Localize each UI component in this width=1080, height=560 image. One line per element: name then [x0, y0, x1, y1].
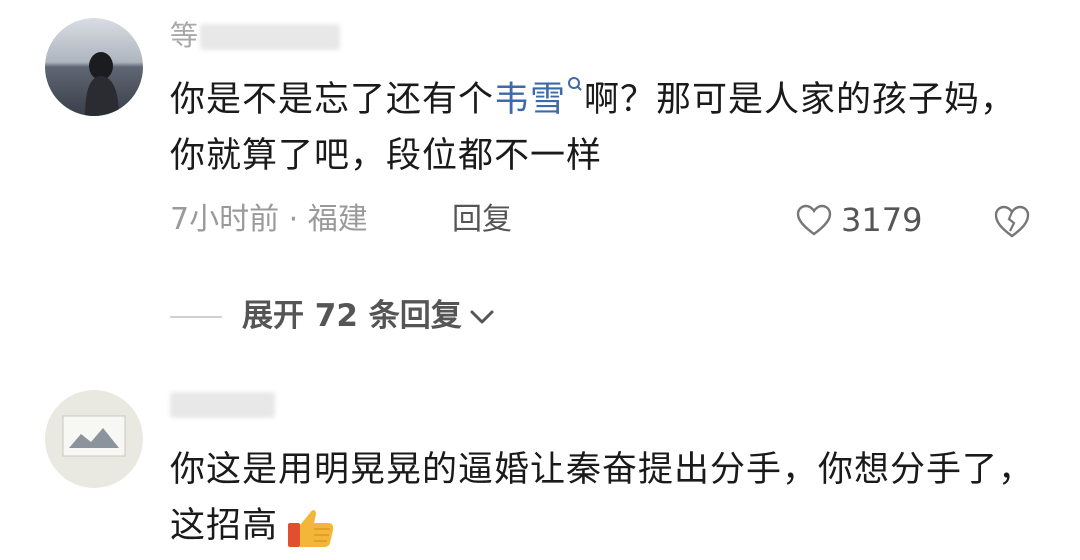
avatar-image — [45, 18, 143, 116]
comment-text: 你这是用明晃晃的逼婚让秦奋提出分手，你想分手了，这招高 — [170, 442, 1050, 554]
chevron-down-icon — [470, 310, 494, 323]
dislike-button[interactable] — [993, 203, 1031, 243]
search-icon — [568, 77, 582, 91]
broken-heart-icon — [994, 205, 1030, 238]
comment-text: 你是不是忘了还有个韦雪 啊？那可是人家的孩子妈，你就算了吧，段位都不一样 — [170, 72, 1050, 184]
expand-replies[interactable]: 展开 72 条回复 — [170, 301, 496, 332]
expand-replies-label: 展开 72 条回复 — [242, 298, 462, 334]
like-button[interactable]: 3179 — [795, 203, 922, 237]
avatar[interactable] — [45, 18, 143, 116]
redacted-username — [170, 392, 275, 418]
heart-icon — [796, 204, 832, 236]
search-link[interactable]: 韦雪 — [494, 77, 584, 120]
redacted-username — [200, 24, 341, 50]
avatar-image — [45, 390, 143, 488]
thumbs-up-emoji — [288, 510, 334, 547]
avatar[interactable] — [45, 390, 143, 488]
like-count: 3179 — [841, 201, 923, 239]
divider-line — [170, 315, 222, 318]
username[interactable] — [170, 390, 275, 418]
reply-button[interactable]: 回复 — [452, 205, 512, 235]
time-location: 7小时前 · 福建 — [170, 202, 368, 237]
username[interactable]: 等 — [170, 22, 341, 50]
comment-1: 等 你是不是忘了还有个韦雪 啊？那可是人家的孩子妈，你就算了吧，段位都不一样 7小… — [0, 0, 1080, 290]
comment-2: 你这是用明晃晃的逼婚让秦奋提出分手，你想分手了，这招高 — [0, 370, 1080, 560]
